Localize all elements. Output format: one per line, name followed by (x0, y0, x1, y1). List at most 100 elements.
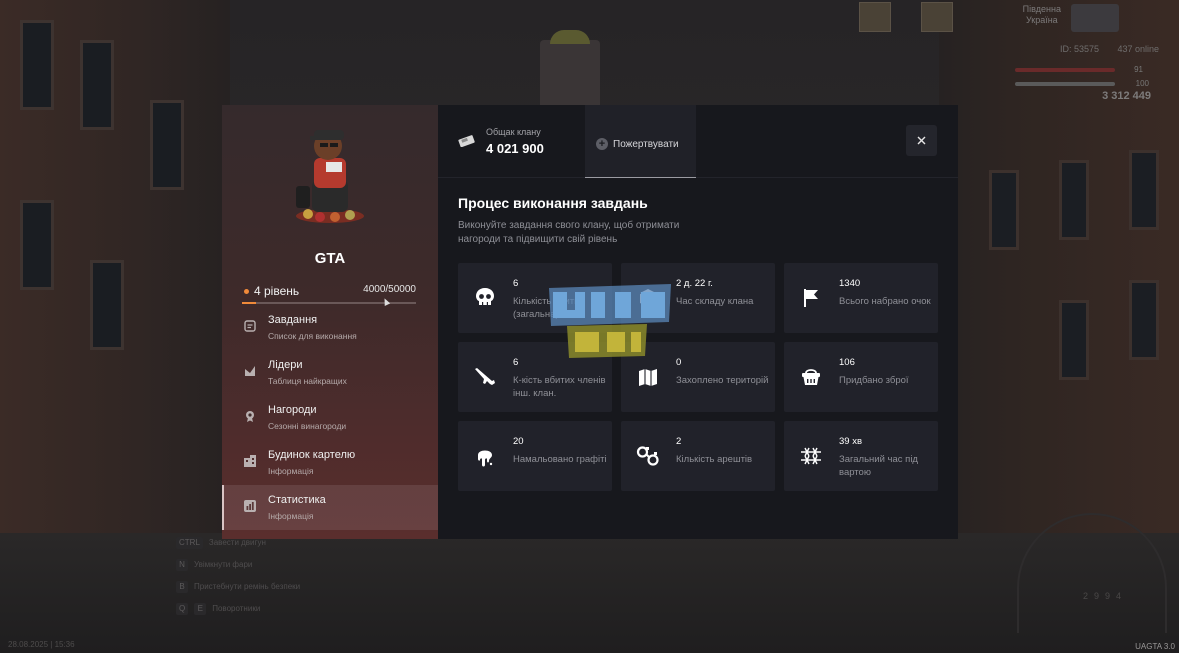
menu-item-awards[interactable]: Нагороди Сезонні винагороди (222, 395, 438, 440)
close-icon (917, 136, 926, 145)
stat-value: 2 д. 22 г. (676, 278, 713, 289)
key-cap: CTRL (176, 537, 203, 549)
mouse-cursor-icon (381, 297, 391, 306)
stat-card: 106 Придбано зброї (784, 342, 938, 412)
clan-menu: Завдання Список для виконання Лідери Таб… (222, 313, 438, 539)
menu-item-subtitle: Інформація (268, 466, 314, 476)
stat-label: Всього набрано очок (839, 296, 931, 307)
stats-panel: Общак клану 4 021 900 + Пожертвувати Про… (438, 105, 958, 539)
award-icon (246, 411, 254, 422)
money-icon (458, 135, 475, 147)
stat-label: Кількість арештів (676, 454, 753, 465)
stats-icon (244, 500, 256, 512)
keybind-label: Завести двигун (208, 538, 266, 547)
skull-icon (476, 288, 494, 305)
close-button[interactable] (906, 125, 937, 156)
menu-item-title: Будинок картелю (268, 449, 356, 461)
stat-value: 39 хв (839, 436, 863, 447)
armor-value: 100 (1135, 79, 1149, 88)
building-left (0, 0, 230, 560)
stat-label: Придбано зброї (839, 375, 909, 386)
stat-label: Час складу клана (676, 296, 754, 307)
odometer: 2994 (1082, 591, 1127, 601)
clan-name: GTA (314, 250, 346, 267)
vehicle-icon (921, 2, 953, 32)
level-row: 4 рівень 4000/50000 (242, 284, 416, 298)
barbed-wire-icon (801, 447, 821, 465)
key-cap: Q (176, 603, 189, 615)
donate-label: Пожертвувати (613, 139, 679, 150)
level-dot (244, 289, 249, 294)
menu-item-title: Нагороди (268, 404, 317, 416)
hud-money: 3 312 449 (1102, 90, 1151, 102)
menu-item-subtitle: Інформація (268, 511, 314, 521)
plus-icon: + (596, 138, 608, 150)
menu-item-title: Статистика (268, 494, 326, 506)
spray-icon (478, 450, 493, 467)
box-icon (639, 289, 659, 308)
stat-card: 6 Кількість вбитих (загальна) (458, 263, 612, 333)
clan-bank-label: Общак клану (486, 127, 541, 137)
vehicle-icon (859, 2, 891, 32)
stat-value: 20 (513, 436, 524, 447)
keybind-hints: CTRL Завести двигун N Увімкнути фари B Прис… (176, 532, 300, 620)
tasks-icon (244, 320, 256, 332)
clan-bank-value: 4 021 900 (486, 141, 544, 156)
armor-bar (1015, 82, 1115, 86)
key-cap: N (176, 559, 188, 571)
stat-label: К-кість вбитих членів інш. клан. (513, 375, 606, 399)
menu-item-tasks[interactable]: Завдання Список для виконання (222, 313, 438, 350)
stat-value: 1340 (839, 278, 861, 289)
stat-card: 2 д. 22 г. Час складу клана (621, 263, 775, 333)
menu-item-statistics[interactable]: Статистика Інформація (222, 485, 438, 530)
keybind-row: N Увімкнути фари (176, 554, 300, 576)
keybind-label: Пристебнути ремінь безпеки (194, 582, 301, 591)
flag-icon (804, 289, 818, 307)
stat-label: Кількість вбитих (загальна) (513, 296, 585, 320)
datetime: 28.08.2025 | 15:36 (8, 640, 75, 649)
stat-value: 0 (676, 357, 682, 368)
keybind-row: Q E Поворотники (176, 598, 300, 620)
key-cap: B (176, 581, 188, 593)
menu-item-cartel-house[interactable]: Будинок картелю Інформація (222, 440, 438, 485)
menu-item-title: Завдання (268, 314, 318, 326)
version-label: UAGTA 3.0 (1135, 642, 1175, 651)
stat-label: Захоплено територій (676, 375, 769, 386)
health-value: 91 (1134, 65, 1143, 74)
hud: Південна Україна 08 ID: 53575 437 online… (859, 2, 1159, 112)
stat-value: 6 (513, 278, 519, 289)
keybind-label: Увімкнути фари (194, 560, 253, 569)
stat-label: Намальовано графіті (513, 454, 607, 465)
clan-sidebar: GTA 4 рівень 4000/50000 Завдання Список … (222, 105, 438, 539)
basket-icon (802, 369, 820, 385)
menu-item-subtitle: Сезонні винагороди (268, 421, 347, 431)
health-bar (1015, 68, 1115, 72)
stat-card: 2 Кількість арештів (621, 421, 775, 491)
menu-item-leaders[interactable]: Лідери Таблиця найкращих (222, 350, 438, 395)
clan-modal: GTA 4 рівень 4000/50000 Завдання Список … (222, 105, 958, 539)
leaders-icon (245, 366, 255, 376)
section-title: Процес виконання завдань (458, 195, 648, 211)
rifle-icon (475, 368, 495, 385)
stat-value: 6 (513, 357, 519, 368)
donate-button[interactable]: + Пожертвувати (585, 105, 696, 178)
stats-grid: 6 Кількість вбитих (загальна) 2 д. 22 г.… (458, 263, 938, 491)
level-label: 4 рівень (254, 284, 300, 298)
menu-item-subtitle: Список для виконання (268, 331, 357, 341)
hud-region: Південна Україна (1022, 4, 1061, 25)
stat-value: 2 (676, 436, 682, 447)
stat-card: 6 К-кість вбитих членів інш. клан. (458, 342, 612, 412)
panel-header: Общак клану 4 021 900 + Пожертвувати (438, 105, 958, 178)
handcuffs-icon (636, 446, 659, 466)
server-logo (1071, 4, 1119, 32)
stat-card: 1340 Всього набрано очок (784, 263, 938, 333)
stat-value: 106 (839, 357, 855, 368)
tower (540, 30, 600, 110)
section-description: Виконуйте завдання свого клану, щоб отри… (458, 220, 680, 245)
keybind-label: Поворотники (212, 604, 261, 613)
stat-card: 39 хв Загальний час під вартою (784, 421, 938, 491)
stat-label: Загальний час під вартою (839, 454, 918, 478)
menu-item-subtitle: Таблиця найкращих (268, 376, 347, 386)
stat-card: 0 Захоплено територій (621, 342, 775, 412)
map-icon (639, 369, 657, 386)
